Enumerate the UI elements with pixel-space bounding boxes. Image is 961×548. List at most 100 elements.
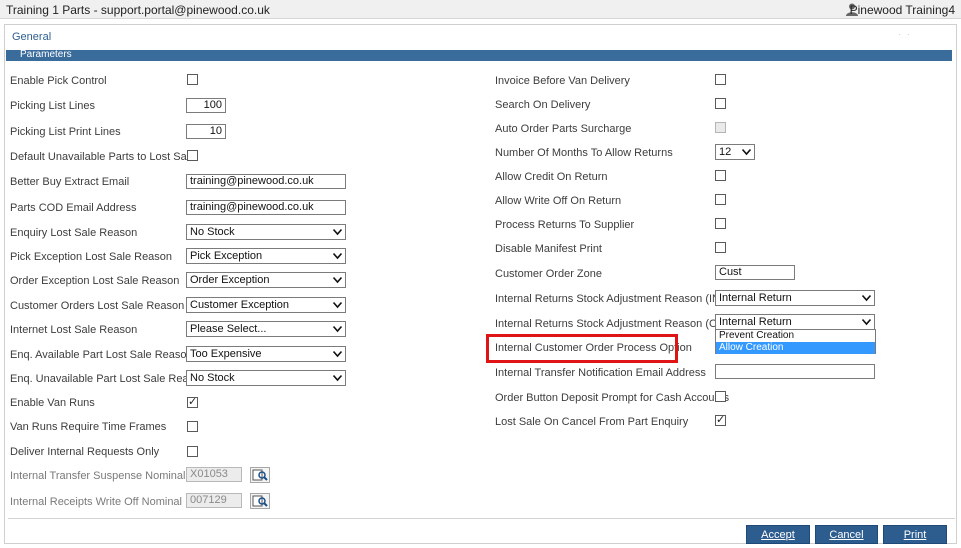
dropdown-option-allow-creation[interactable]: Allow Creation [716,342,875,354]
enq-unavailable-value: No Stock [190,372,235,384]
enq-available-select[interactable]: Too Expensive [186,346,346,362]
checkmark-icon: ✓ [188,396,198,408]
chevron-down-icon [333,325,342,333]
corner-marks: · · [898,30,910,39]
months-returns-value: 12 [719,146,732,158]
enq-unavailable-select[interactable]: No Stock [186,370,346,386]
chevron-down-icon [333,301,342,309]
returns-out-select[interactable]: Internal Return [715,314,875,330]
current-user[interactable]: Pinewood Training4 [850,3,955,17]
allow-write-off-checkbox[interactable] [715,194,726,205]
allow-credit-checkbox[interactable] [715,170,726,181]
returns-in-value: Internal Return [719,292,792,304]
chevron-down-icon [862,318,871,326]
deposit-prompt-checkbox[interactable] [715,391,726,402]
section-header-parameters: Parameters [6,49,952,61]
enq-available-label: Enq. Available Part Lost Sale Reason [10,349,193,361]
enquiry-lost-sale-label: Enquiry Lost Sale Reason [10,227,138,239]
returns-out-value: Internal Return [719,316,792,328]
transfer-email-input[interactable] [715,364,875,379]
lost-sale-cancel-checkbox[interactable]: ✓ [715,414,726,426]
months-returns-label: Number Of Months To Allow Returns [495,147,673,159]
receipts-write-off-label: Internal Receipts Write Off Nominal [10,496,182,508]
deliver-internal-checkbox[interactable] [187,446,198,457]
disable-manifest-checkbox[interactable] [715,242,726,253]
window-title: Training 1 Parts - support.portal@pinewo… [6,3,270,17]
chevron-down-icon [333,350,342,358]
invoice-before-van-checkbox[interactable] [715,74,726,85]
chevron-down-icon [742,148,751,156]
section-title: Parameters [20,49,72,60]
enquiry-lost-sale-value: No Stock [190,226,235,238]
parts-cod-email-label: Parts COD Email Address [10,202,137,214]
picking-list-lines-input[interactable]: 100 [186,98,226,113]
customer-orders-value: Customer Exception [190,299,290,311]
auto-order-surcharge-checkbox [715,122,726,133]
transfer-email-label: Internal Transfer Notification Email Add… [495,367,706,379]
order-exception-label: Order Exception Lost Sale Reason [10,275,180,287]
pick-exception-select[interactable]: Pick Exception [186,248,346,264]
chevron-down-icon [333,276,342,284]
lookup-icon [252,469,268,481]
order-exception-value: Order Exception [190,274,270,286]
print-button[interactable]: Print [883,525,947,544]
van-runs-time-label: Van Runs Require Time Frames [10,421,167,433]
highlight-box [486,334,678,363]
returns-in-select[interactable]: Internal Return [715,290,875,306]
deposit-prompt-label: Order Button Deposit Prompt for Cash Acc… [495,392,730,404]
chevron-down-icon [333,374,342,382]
lost-sale-cancel-label: Lost Sale On Cancel From Part Enquiry [495,416,689,428]
enable-pick-control-checkbox[interactable] [187,74,198,85]
better-buy-email-input[interactable]: training@pinewood.co.uk [186,174,346,189]
search-on-delivery-label: Search On Delivery [495,99,591,111]
enable-van-runs-label: Enable Van Runs [10,397,95,409]
disable-manifest-label: Disable Manifest Print [495,243,602,255]
internet-lost-sale-select[interactable]: Please Select... [186,321,346,337]
customer-order-zone-label: Customer Order Zone [495,268,602,280]
transfer-suspense-label: Internal Transfer Suspense Nominal [10,470,186,482]
months-returns-select[interactable]: 12 [715,144,755,160]
tab-general[interactable]: General [12,31,51,43]
process-returns-label: Process Returns To Supplier [495,219,635,231]
van-runs-time-checkbox[interactable] [187,421,198,432]
lookup-icon [252,495,268,507]
customer-order-zone-input[interactable]: Cust [715,265,795,280]
process-returns-checkbox[interactable] [715,218,726,229]
returns-out-label: Internal Returns Stock Adjustment Reason… [495,318,736,330]
enq-unavailable-label: Enq. Unavailable Part Lost Sale Reason [10,373,207,385]
order-exception-select[interactable]: Order Exception [186,272,346,288]
accept-button-label: Accept [761,529,795,541]
print-button-label: Print [903,529,927,541]
enable-pick-control-label: Enable Pick Control [10,75,107,87]
chevron-down-icon [333,252,342,260]
accept-button[interactable]: Accept [746,525,810,544]
receipts-write-off-input: 007129 [186,493,242,508]
enquiry-lost-sale-select[interactable]: No Stock [186,224,346,240]
chevron-down-icon [333,228,342,236]
deliver-internal-label: Deliver Internal Requests Only [10,446,160,458]
parts-cod-email-input[interactable]: training@pinewood.co.uk [186,200,346,215]
auto-order-surcharge-label: Auto Order Parts Surcharge [495,123,632,135]
default-unavailable-checkbox[interactable] [187,150,198,161]
process-option-dropdown-list[interactable]: Prevent Creation Allow Creation [715,329,876,354]
enable-van-runs-checkbox[interactable]: ✓ [187,396,198,408]
window-title-bar: Training 1 Parts - support.portal@pinewo… [0,0,961,19]
transfer-suspense-input: X01053 [186,467,242,482]
internet-lost-sale-label: Internet Lost Sale Reason [10,324,138,336]
better-buy-email-label: Better Buy Extract Email [10,176,130,188]
internet-lost-sale-value: Please Select... [190,323,267,335]
picking-list-print-lines-input[interactable]: 10 [186,124,226,139]
customer-orders-label: Customer Orders Lost Sale Reason [10,300,185,312]
footer-divider [8,518,955,519]
default-unavailable-label: Default Unavailable Parts to Lost Sale [10,151,196,163]
cancel-button[interactable]: Cancel [815,525,878,544]
picking-list-lines-label: Picking List Lines [10,100,95,112]
receipts-write-off-lookup-button[interactable] [250,493,270,509]
customer-orders-select[interactable]: Customer Exception [186,297,346,313]
search-on-delivery-checkbox[interactable] [715,98,726,109]
dropdown-option-prevent-creation[interactable]: Prevent Creation [716,330,875,342]
invoice-before-van-label: Invoice Before Van Delivery [495,75,630,87]
picking-list-print-lines-label: Picking List Print Lines [10,126,121,138]
transfer-suspense-lookup-button[interactable] [250,467,270,483]
cancel-button-label: Cancel [829,529,864,541]
